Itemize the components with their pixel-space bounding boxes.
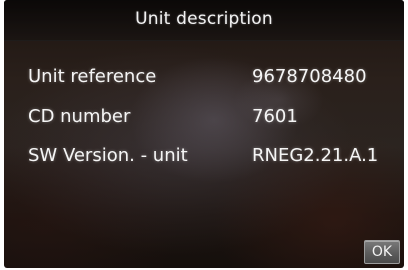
unit-description-screen: Unit description Unit reference 96787084… [4,0,404,268]
unit-reference-label: Unit reference [28,66,157,87]
info-row-sw-version: SW Version. - unit RNEG2.21.A.1 [4,145,404,175]
display-frame: Unit description Unit reference 96787084… [0,0,408,270]
cd-number-value: 7601 [252,106,298,127]
title-bar: Unit description [4,0,404,41]
ok-button[interactable]: OK [364,240,400,264]
sw-version-label: SW Version. - unit [28,145,188,166]
cd-number-label: CD number [28,106,131,127]
unit-reference-value: 9678708480 [252,66,367,87]
page-title: Unit description [135,9,273,29]
info-row-unit-reference: Unit reference 9678708480 [4,66,404,96]
sw-version-value: RNEG2.21.A.1 [252,145,379,166]
info-row-cd-number: CD number 7601 [4,106,404,136]
